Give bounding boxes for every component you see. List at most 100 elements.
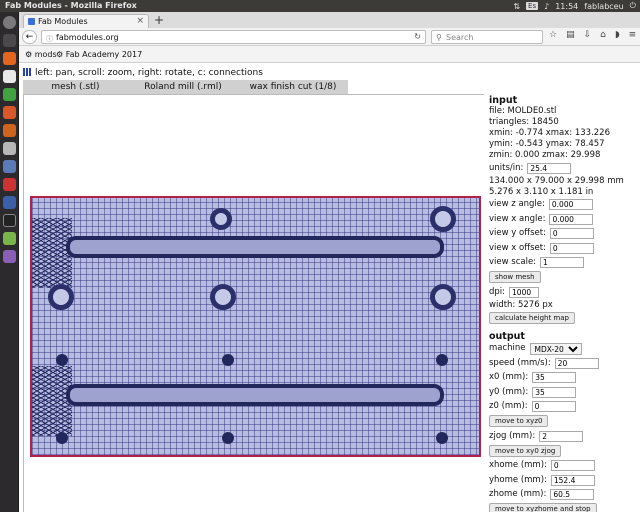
library-icon[interactable]: ▤ bbox=[566, 30, 575, 40]
triangle-count: triangles: 18450 bbox=[489, 117, 559, 127]
calc-icon[interactable] bbox=[3, 88, 16, 101]
tab-strip: Fab Modules × + bbox=[19, 12, 640, 28]
launcher bbox=[0, 12, 19, 512]
back-button[interactable]: ← bbox=[22, 30, 37, 44]
file-name: file: MOLDE0.stl bbox=[489, 106, 557, 116]
software-center-icon[interactable] bbox=[3, 124, 16, 137]
mold-ring bbox=[210, 284, 236, 310]
volume-icon[interactable]: ♪ bbox=[544, 2, 549, 11]
bookmarks-bar: ⚙ mods ⚙ Fab Academy 2017 bbox=[19, 46, 640, 63]
z-range: zmin: 0.000 zmax: 29.998 bbox=[489, 150, 601, 160]
view-x-input[interactable] bbox=[549, 213, 594, 225]
network-icon[interactable]: ⇅ bbox=[513, 2, 520, 11]
mold-pin bbox=[436, 432, 448, 444]
size-mm: 134.000 x 79.000 x 29.998 mm bbox=[489, 175, 624, 186]
mold-pin bbox=[56, 432, 68, 444]
menu-icon[interactable]: ≡ bbox=[629, 30, 637, 40]
pocket-icon[interactable]: ◗ bbox=[615, 30, 620, 40]
width-px: width: 5276 px bbox=[489, 299, 553, 310]
page-content: left: pan, scroll: zoom, right: rotate, … bbox=[19, 63, 640, 512]
view-z-label: view z angle: bbox=[489, 199, 545, 210]
bookmark-mods[interactable]: ⚙ mods bbox=[25, 50, 57, 59]
mold-ring bbox=[210, 208, 232, 230]
module-wax-finish-cut[interactable]: wax finish cut (1/8) bbox=[238, 80, 348, 94]
url-bar[interactable]: ⓘ fabmodules.org ↻ bbox=[41, 30, 426, 44]
navigation-bar: ← ⓘ fabmodules.org ↻ ⚲ Search ☆ ▤ ⇩ ⌂ ◗ … bbox=[19, 28, 640, 46]
app-icon[interactable] bbox=[3, 178, 16, 191]
view-z-input[interactable] bbox=[548, 199, 593, 211]
zjog-label: zjog (mm): bbox=[489, 430, 536, 441]
mold-pin bbox=[56, 354, 68, 366]
xhome-input[interactable] bbox=[550, 460, 595, 472]
download-icon[interactable]: ⇩ bbox=[584, 30, 592, 40]
dpi-input[interactable] bbox=[509, 286, 540, 298]
url-text: fabmodules.org bbox=[56, 33, 119, 42]
app-icon[interactable] bbox=[3, 196, 16, 209]
zjog-input[interactable] bbox=[539, 430, 584, 442]
info-icon[interactable]: ⓘ bbox=[46, 34, 53, 44]
z0-input[interactable] bbox=[531, 401, 576, 413]
view-x-offset-label: view x offset: bbox=[489, 242, 546, 253]
dash-icon[interactable] bbox=[3, 16, 16, 29]
view-x-label: view x angle: bbox=[489, 213, 546, 224]
search-box[interactable]: ⚲ Search bbox=[431, 30, 543, 44]
search-placeholder: Search bbox=[446, 33, 474, 42]
xhome-label: xhome (mm): bbox=[489, 460, 547, 471]
move-to-xyzhome-button[interactable]: move to xyzhome and stop bbox=[489, 503, 597, 512]
new-tab-button[interactable]: + bbox=[154, 13, 164, 27]
close-tab-icon[interactable]: × bbox=[136, 16, 144, 26]
y-range: ymin: -0.543 ymax: 78.457 bbox=[489, 139, 605, 149]
reload-icon[interactable]: ↻ bbox=[414, 32, 421, 41]
files-icon[interactable] bbox=[3, 34, 16, 47]
settings-icon[interactable] bbox=[3, 142, 16, 155]
module-bar: mesh (.stl) Roland mill (.rml) wax finis… bbox=[23, 80, 348, 94]
zhome-input[interactable] bbox=[550, 489, 595, 501]
dpi-label: dpi: bbox=[489, 286, 506, 297]
move-to-xy0-zjog-button[interactable]: move to xy0 zjog bbox=[489, 444, 562, 457]
impress-icon[interactable] bbox=[3, 106, 16, 119]
power-icon[interactable]: ⏻ bbox=[630, 1, 636, 11]
speed-input[interactable] bbox=[554, 357, 599, 369]
mold-ring bbox=[430, 206, 456, 232]
y0-input[interactable] bbox=[532, 386, 577, 398]
terminal-icon[interactable] bbox=[3, 214, 16, 227]
units-label: units/in: bbox=[489, 162, 524, 173]
zhome-label: zhome (mm): bbox=[489, 489, 547, 500]
module-mesh[interactable]: mesh (.stl) bbox=[23, 80, 128, 94]
z0-label: z0 (mm): bbox=[489, 401, 528, 412]
yhome-input[interactable] bbox=[550, 474, 595, 486]
app-icon[interactable] bbox=[3, 250, 16, 263]
machine-select[interactable]: MDX-20 bbox=[529, 342, 582, 355]
mold-pin bbox=[436, 354, 448, 366]
app-icon[interactable] bbox=[3, 232, 16, 245]
writer-icon[interactable] bbox=[3, 70, 16, 83]
move-to-xyz0-button[interactable]: move to xyz0 bbox=[489, 415, 549, 427]
show-mesh-button[interactable]: show mesh bbox=[489, 271, 541, 283]
view-y-offset-input[interactable] bbox=[549, 228, 594, 240]
clock[interactable]: 11:54 bbox=[555, 2, 578, 11]
speed-label: speed (mm/s): bbox=[489, 357, 551, 368]
x0-input[interactable] bbox=[532, 372, 577, 384]
module-roland-mill[interactable]: Roland mill (.rml) bbox=[128, 80, 238, 94]
preview-canvas[interactable] bbox=[23, 94, 484, 512]
view-scale-input[interactable] bbox=[540, 257, 585, 269]
mold-ring bbox=[48, 284, 74, 310]
view-x-offset-input[interactable] bbox=[549, 242, 594, 254]
tab-title: Fab Modules bbox=[38, 17, 88, 26]
keyboard-layout-indicator[interactable]: Es bbox=[526, 2, 539, 10]
calculate-height-map-button[interactable]: calculate height map bbox=[489, 311, 575, 324]
size-in: 5.276 x 3.110 x 1.181 in bbox=[489, 186, 594, 197]
mold-ring bbox=[430, 284, 456, 310]
units-input[interactable] bbox=[527, 162, 572, 174]
mold-fan-shape bbox=[32, 366, 72, 436]
browser-tab[interactable]: Fab Modules × bbox=[23, 14, 149, 28]
height-map-preview[interactable] bbox=[30, 196, 481, 457]
home-icon[interactable]: ⌂ bbox=[600, 30, 606, 40]
bookmark-fab-academy[interactable]: ⚙ Fab Academy 2017 bbox=[56, 50, 142, 59]
input-heading: input bbox=[489, 95, 518, 106]
bookmark-star-icon[interactable]: ☆ bbox=[549, 30, 557, 40]
x0-label: x0 (mm): bbox=[489, 372, 529, 383]
app-icon[interactable] bbox=[3, 160, 16, 173]
firefox-icon[interactable] bbox=[3, 52, 16, 65]
user-name[interactable]: fablabceu bbox=[584, 2, 623, 11]
